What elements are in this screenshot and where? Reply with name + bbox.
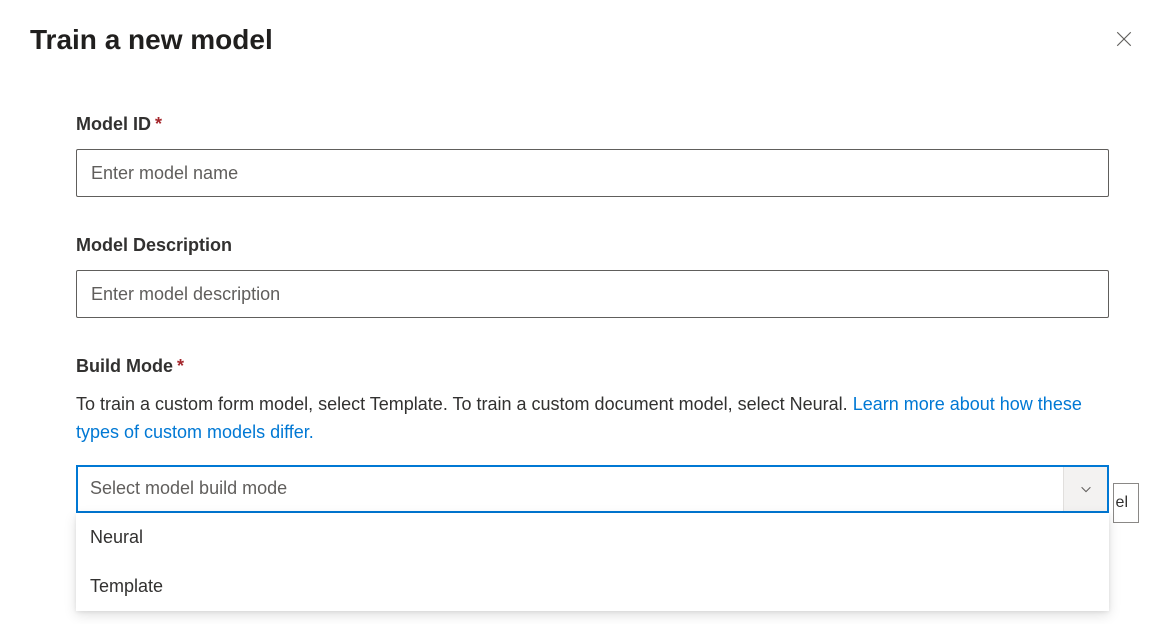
build-mode-chevron-button[interactable] bbox=[1063, 467, 1107, 511]
model-id-label: Model ID* bbox=[76, 114, 1109, 135]
build-mode-label-text: Build Mode bbox=[76, 356, 173, 376]
model-id-input[interactable] bbox=[76, 149, 1109, 197]
cancel-button[interactable]: el bbox=[1113, 483, 1139, 523]
required-indicator: * bbox=[155, 114, 162, 134]
build-mode-label: Build Mode* bbox=[76, 356, 1109, 377]
close-button[interactable] bbox=[1109, 24, 1139, 54]
chevron-down-icon bbox=[1079, 482, 1093, 496]
dropdown-option-neural[interactable]: Neural bbox=[76, 513, 1109, 562]
dialog-title: Train a new model bbox=[30, 24, 273, 56]
model-description-input[interactable] bbox=[76, 270, 1109, 318]
build-mode-helper-prefix: To train a custom form model, select Tem… bbox=[76, 394, 853, 414]
dialog-header: Train a new model bbox=[30, 24, 1139, 56]
train-model-dialog: Train a new model Model ID* Model Descri… bbox=[0, 0, 1169, 537]
model-id-field-group: Model ID* bbox=[76, 114, 1109, 197]
model-description-label: Model Description bbox=[76, 235, 1109, 256]
build-mode-select-placeholder: Select model build mode bbox=[78, 478, 1063, 499]
build-mode-dropdown-list: Neural Template bbox=[76, 513, 1109, 611]
model-description-field-group: Model Description bbox=[76, 235, 1109, 318]
model-id-label-text: Model ID bbox=[76, 114, 151, 134]
build-mode-field-group: Build Mode* To train a custom form model… bbox=[76, 356, 1109, 513]
cancel-button-label-fragment: el bbox=[1116, 494, 1128, 512]
form-content: Model ID* Model Description Build Mode* … bbox=[30, 114, 1139, 513]
build-mode-select-container: Select model build mode Neural Template bbox=[76, 465, 1109, 513]
build-mode-helper-text: To train a custom form model, select Tem… bbox=[76, 391, 1109, 447]
build-mode-select[interactable]: Select model build mode bbox=[76, 465, 1109, 513]
close-icon bbox=[1115, 30, 1133, 48]
required-indicator: * bbox=[177, 356, 184, 376]
dropdown-option-template[interactable]: Template bbox=[76, 562, 1109, 611]
